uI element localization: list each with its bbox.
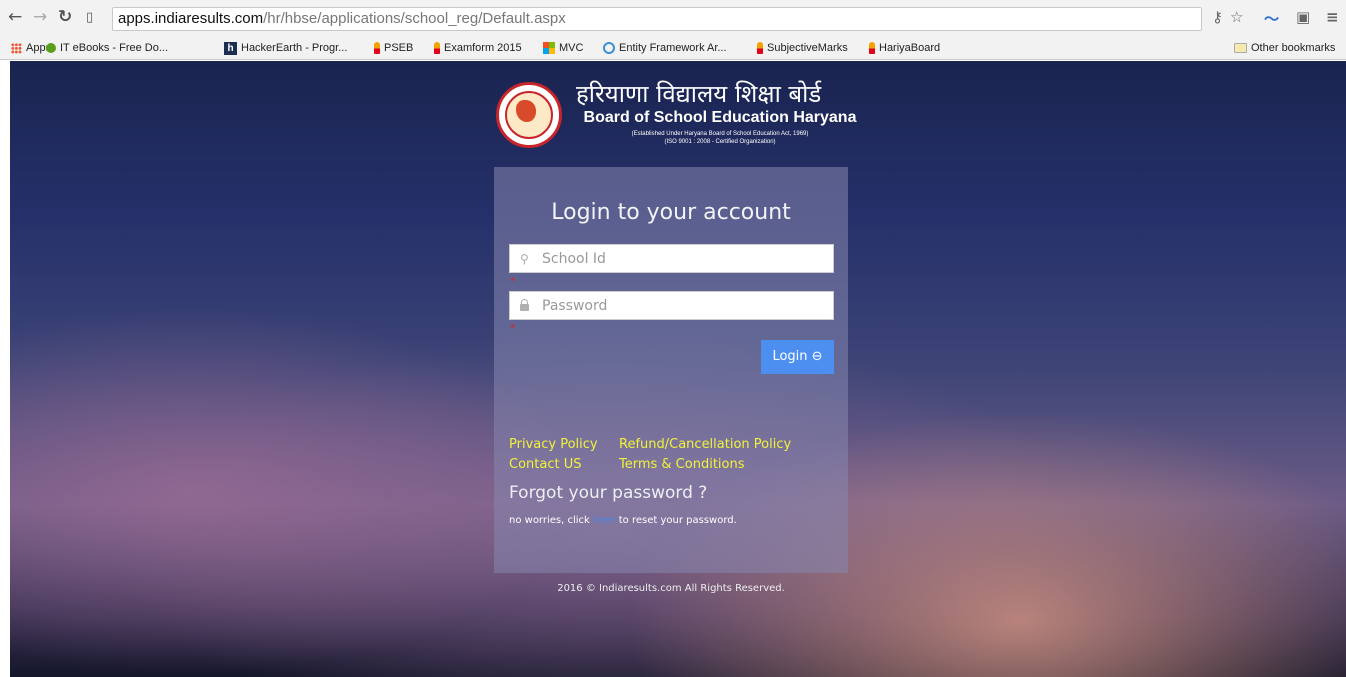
- login-title: Login to your account: [551, 200, 791, 225]
- bookmark-label: HackerEarth - Progr...: [241, 42, 348, 54]
- bookmark-mvc[interactable]: MVC: [543, 41, 583, 55]
- board-seal-logo: [496, 82, 562, 148]
- pin-icon: [434, 42, 440, 55]
- page-icon: ▯: [86, 10, 94, 25]
- reset-here-link[interactable]: here: [593, 515, 616, 526]
- key-icon[interactable]: ⚷: [1212, 8, 1223, 26]
- entity-framework-icon: [603, 42, 615, 55]
- password-input[interactable]: [542, 295, 827, 316]
- school-id-input[interactable]: [542, 248, 827, 269]
- privacy-policy-link[interactable]: Privacy Policy: [509, 437, 598, 453]
- bookmark-it-ebooks[interactable]: IT eBooks - Free Do...: [46, 41, 168, 55]
- contact-us-link[interactable]: Contact US: [509, 457, 581, 473]
- refund-policy-link[interactable]: Refund/Cancellation Policy: [619, 437, 791, 453]
- bookmark-hariyaboard[interactable]: HariyaBoard: [869, 41, 940, 55]
- reset-prefix: no worries, click: [509, 515, 590, 526]
- forgot-password-heading: Forgot your password ?: [509, 483, 708, 503]
- bookmark-label: HariyaBoard: [879, 42, 941, 54]
- bookmark-label: IT eBooks - Free Do...: [60, 42, 169, 54]
- bookmark-pseb[interactable]: PSEB: [374, 41, 413, 55]
- bookmark-label: MVC: [559, 42, 584, 54]
- star-icon[interactable]: ☆: [1230, 8, 1243, 26]
- forward-arrow-icon[interactable]: →: [33, 7, 47, 27]
- school-id-field[interactable]: ⚲: [509, 244, 834, 273]
- other-bookmarks[interactable]: Other bookmarks: [1234, 41, 1335, 55]
- board-name-hindi: हरियाणा विद्यालय शिक्षा बोर्ड: [576, 80, 822, 108]
- url-text: apps.indiaresults.com/hr/hbse/applicatio…: [118, 10, 566, 27]
- extension-2-icon[interactable]: ▣: [1296, 8, 1310, 26]
- bookmark-subjectivemarks[interactable]: SubjectiveMarks: [757, 41, 848, 55]
- key-search-icon: ⚲: [520, 252, 529, 266]
- bookmark-label: SubjectiveMarks: [767, 42, 848, 54]
- login-panel: Login to your account ⚲ * * Login ⊖ Priv…: [494, 167, 848, 573]
- pin-icon: [869, 42, 875, 55]
- bookmark-label: PSEB: [384, 42, 414, 54]
- reset-password-text: no worries, click here to reset your pas…: [509, 515, 737, 526]
- board-name-english: Board of School Education Haryana: [583, 109, 857, 126]
- login-button[interactable]: Login ⊖: [761, 340, 834, 374]
- extension-icon[interactable]: 〜: [1264, 8, 1279, 29]
- bookmark-examform[interactable]: Examform 2015: [434, 41, 522, 55]
- page-viewport: हरियाणा विद्यालय शिक्षा बोर्ड Board of S…: [10, 61, 1346, 677]
- reload-icon[interactable]: ↻: [58, 7, 72, 27]
- haryana-map-icon: [516, 100, 536, 122]
- bookmark-hackerearth[interactable]: h HackerEarth - Progr...: [224, 41, 347, 55]
- apps-grid-icon: [11, 42, 22, 54]
- school-id-required-mark: *: [510, 276, 515, 287]
- folder-icon: [1234, 43, 1247, 54]
- login-button-label: Login: [772, 349, 808, 364]
- windows-logo-icon: [543, 42, 555, 55]
- bookmarks-bar: Apps IT eBooks - Free Do... h HackerEarth…: [0, 37, 1346, 60]
- address-bar[interactable]: apps.indiaresults.com/hr/hbse/applicatio…: [112, 7, 1202, 31]
- hackerearth-icon: h: [224, 41, 237, 55]
- menu-icon[interactable]: ≡: [1326, 8, 1339, 26]
- green-circle-icon: [46, 43, 56, 54]
- password-required-mark: *: [510, 323, 515, 334]
- back-arrow-icon[interactable]: ←: [8, 7, 22, 27]
- pin-icon: [757, 42, 763, 55]
- url-path: /hr/hbse/applications/school_reg/Default…: [263, 10, 566, 27]
- circle-arrow-icon: ⊖: [811, 349, 823, 364]
- board-established-text: (Established Under Haryana Board of Scho…: [631, 131, 809, 137]
- pin-icon: [374, 42, 380, 55]
- board-iso-text: (ISO 9001 : 2008 - Certified Organizatio…: [664, 139, 776, 145]
- bookmark-label: Other bookmarks: [1251, 42, 1336, 54]
- bookmark-label: Entity Framework Ar...: [619, 42, 727, 54]
- terms-conditions-link[interactable]: Terms & Conditions: [619, 457, 745, 473]
- bookmark-entity-framework[interactable]: Entity Framework Ar...: [603, 41, 727, 55]
- browser-toolbar: ← → ↻ ▯ apps.indiaresults.com/hr/hbse/ap…: [0, 0, 1346, 37]
- password-field[interactable]: [509, 291, 834, 320]
- copyright-footer: 2016 © Indiaresults.com All Rights Reser…: [557, 583, 785, 594]
- url-host: apps.indiaresults.com: [118, 10, 264, 27]
- bookmark-label: Examform 2015: [444, 42, 522, 54]
- reset-suffix: to reset your password.: [618, 515, 737, 526]
